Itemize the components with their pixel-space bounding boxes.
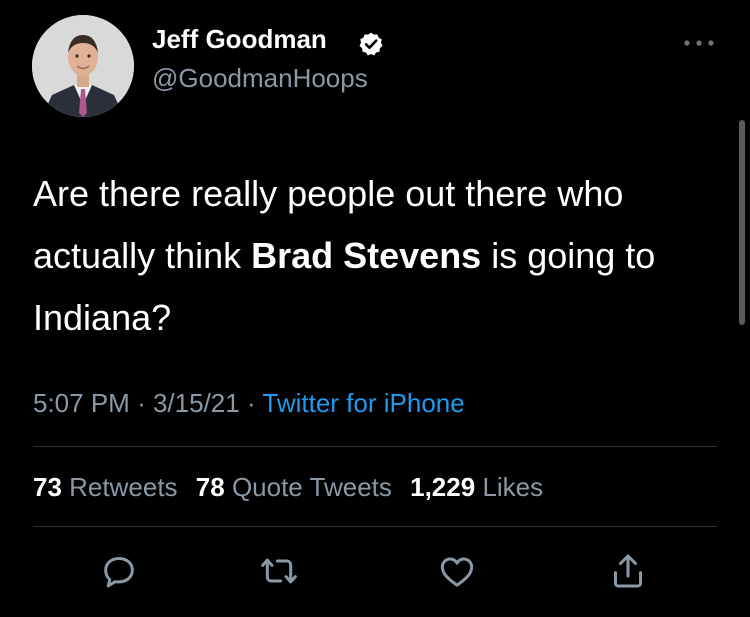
divider [33, 446, 717, 447]
avatar[interactable] [32, 15, 134, 117]
tweet-date[interactable]: 3/15/21 [153, 388, 240, 418]
tweet-text-bold: Brad Stevens [251, 235, 482, 276]
tweet-meta: 5:07 PM · 3/15/21 · Twitter for iPhone [33, 388, 465, 419]
like-icon[interactable] [437, 551, 477, 591]
retweets-label: Retweets [69, 472, 178, 502]
likes-label: Likes [482, 472, 544, 502]
tweet-time[interactable]: 5:07 PM [33, 388, 130, 418]
tweet-source-link[interactable]: Twitter for iPhone [262, 388, 464, 418]
share-icon[interactable] [608, 551, 648, 591]
divider [33, 526, 717, 527]
display-name[interactable]: Jeff Goodman [152, 24, 327, 55]
meta-separator: · [246, 388, 256, 418]
likes-stat[interactable]: 1,229 Likes [410, 472, 543, 502]
avatar-image [32, 15, 134, 117]
retweets-stat[interactable]: 73 Retweets [33, 472, 178, 502]
tweet-text: Are there really people out there who ac… [33, 163, 723, 349]
quote-tweets-label: Quote Tweets [231, 472, 392, 502]
quote-tweets-count: 78 [195, 472, 225, 502]
tweet-stats: 73 Retweets 78 Quote Tweets 1,229 Likes [33, 472, 554, 503]
meta-separator: · [137, 388, 146, 418]
user-handle[interactable]: @GoodmanHoops [152, 63, 368, 94]
likes-count: 1,229 [410, 472, 476, 502]
more-options-icon[interactable] [682, 36, 716, 50]
reply-icon[interactable] [99, 551, 139, 591]
verified-badge-icon [359, 32, 383, 56]
retweets-count: 73 [33, 472, 62, 502]
retweet-icon[interactable] [259, 551, 299, 591]
scrollbar[interactable] [739, 120, 745, 325]
quote-tweets-stat[interactable]: 78 Quote Tweets [196, 472, 392, 502]
